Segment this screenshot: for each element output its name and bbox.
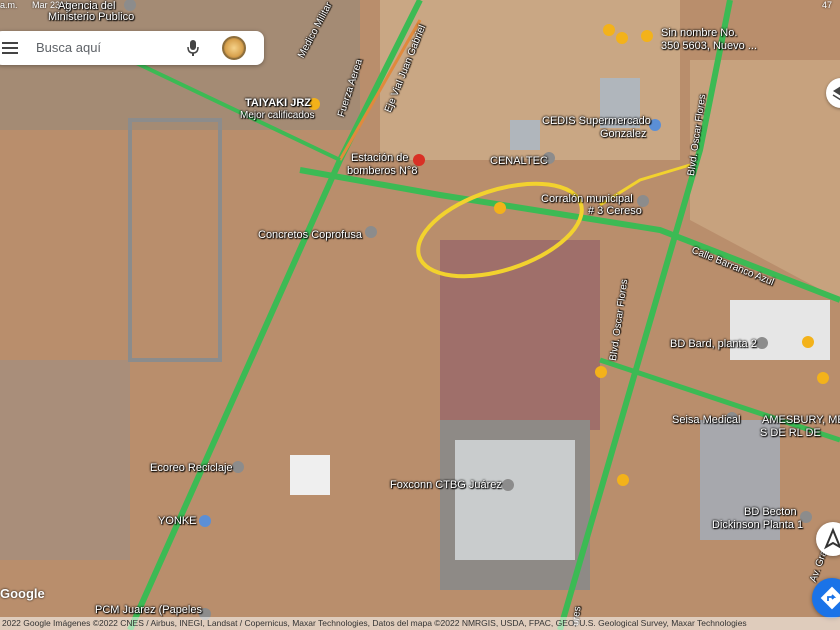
- satellite-map[interactable]: [0, 0, 840, 630]
- place-pin[interactable]: [595, 366, 607, 378]
- place-pin[interactable]: [802, 336, 814, 348]
- yonke-pin[interactable]: [199, 515, 211, 527]
- directions-icon: [820, 586, 840, 610]
- layers-button[interactable]: [826, 78, 840, 108]
- place-pin[interactable]: [616, 32, 628, 44]
- navigate-icon: [823, 527, 840, 550]
- place-label: Foxconn CTBG Juárez: [390, 479, 502, 491]
- sin-nombre-pin[interactable]: [641, 30, 653, 42]
- foxconn-pin[interactable]: [502, 479, 514, 491]
- place-label: TAIYAKI JRZ: [245, 97, 312, 109]
- avatar[interactable]: [222, 36, 246, 60]
- bd-bard-building: [730, 300, 830, 360]
- bd-bard-pin[interactable]: [756, 337, 768, 349]
- search-input[interactable]: Busca aquí: [36, 40, 101, 55]
- place-label: AMESBURY, MEXI: [762, 414, 840, 426]
- place-label: Dickinson Planta 1: [712, 519, 804, 531]
- directions-button[interactable]: [812, 578, 840, 618]
- residential-block: [0, 360, 130, 560]
- place-label: Ecoreo Reciclaje: [150, 462, 233, 474]
- place-label: PCM Juarez (Papeles: [95, 604, 202, 616]
- place-pin[interactable]: [603, 24, 615, 36]
- menu-icon[interactable]: [2, 41, 18, 55]
- battery-level: 47: [821, 0, 832, 10]
- place-label: Mejor calificados: [240, 110, 315, 121]
- search-bar[interactable]: Busca aquí: [0, 31, 264, 65]
- parking-lot: [440, 240, 600, 430]
- place-label: Gonzalez: [600, 128, 647, 140]
- place-pin[interactable]: [617, 474, 629, 486]
- place-label: S DE RL DE: [760, 427, 821, 439]
- concretos-pin[interactable]: [365, 226, 377, 238]
- place-label: CEDIS Supermercado: [542, 115, 651, 127]
- place-label: Ministerio Publico: [48, 11, 135, 23]
- status-time: a.m.: [0, 0, 18, 10]
- place-label: 350 5603, Nuevo ...: [661, 40, 758, 52]
- place-label: bomberos N°8: [347, 165, 418, 177]
- ecoreo-pin[interactable]: [232, 461, 244, 473]
- place-label: BD Becton: [744, 506, 797, 518]
- navigate-button[interactable]: [816, 522, 840, 556]
- place-label: # 3 Cereso: [588, 205, 642, 217]
- place-label: Seisa Medical: [672, 414, 741, 426]
- foxconn-building: [455, 440, 575, 560]
- place-label: CENALTEC: [490, 155, 548, 167]
- microphone-icon[interactable]: [186, 39, 200, 57]
- place-label: Estación de: [351, 152, 409, 164]
- map-attribution: 2022 Google Imágenes ©2022 CNES / Airbus…: [0, 617, 840, 630]
- cenaltec-building: [510, 120, 540, 150]
- place-label: BD Bard, planta 2: [670, 338, 757, 350]
- layers-icon: [832, 86, 840, 101]
- place-pin[interactable]: [494, 202, 506, 214]
- small-building: [290, 455, 330, 495]
- google-logo: Google: [0, 586, 45, 601]
- place-label: Corralón municipal: [541, 193, 633, 205]
- place-pin[interactable]: [817, 372, 829, 384]
- place-label: Concretos Coprofusa: [258, 229, 362, 241]
- place-label: YONKE: [158, 515, 197, 527]
- place-label: Sin nombre No.: [661, 27, 738, 39]
